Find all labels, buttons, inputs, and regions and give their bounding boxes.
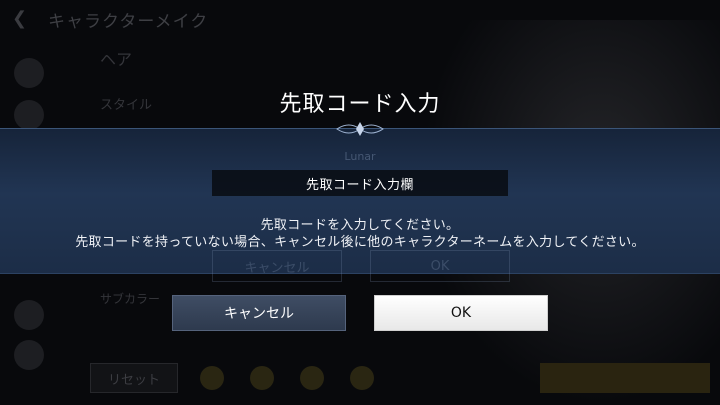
color-swatch [300,366,324,390]
background-name-ghost: Lunar [344,150,376,163]
hair-section-label: ヘア [100,50,133,69]
sub-color-label: サブカラー [100,292,161,306]
code-input-placeholder: 先取コード入力欄 [305,177,414,193]
outfit-category-icon [14,340,44,370]
ornament-icon [336,122,384,136]
top-bar: ❮ キャラクターメイク [0,0,720,36]
confirm-button [540,363,710,393]
screen-title: キャラクターメイク [48,12,209,32]
ok-button[interactable]: OK [374,295,548,331]
face-category-icon [14,58,44,88]
color-swatch [200,366,224,390]
code-input-field[interactable]: Lunar 先取コード入力欄 [212,150,508,196]
color-swatch [350,366,374,390]
cancel-button[interactable]: キャンセル [172,295,346,331]
background-cancel-ghost: キャンセル [212,250,342,282]
color-swatch [250,366,274,390]
background-ok-ghost: OK [370,250,510,282]
dialog-title: 先取コード入力 [279,92,441,117]
back-arrow-icon: ❮ [12,8,28,29]
reset-button: リセット [90,363,178,393]
message-line-2: 先取コードを持っていない場合、キャンセル後に他のキャラクターネームを入力してくだ… [75,235,645,250]
body-category-icon [14,300,44,330]
